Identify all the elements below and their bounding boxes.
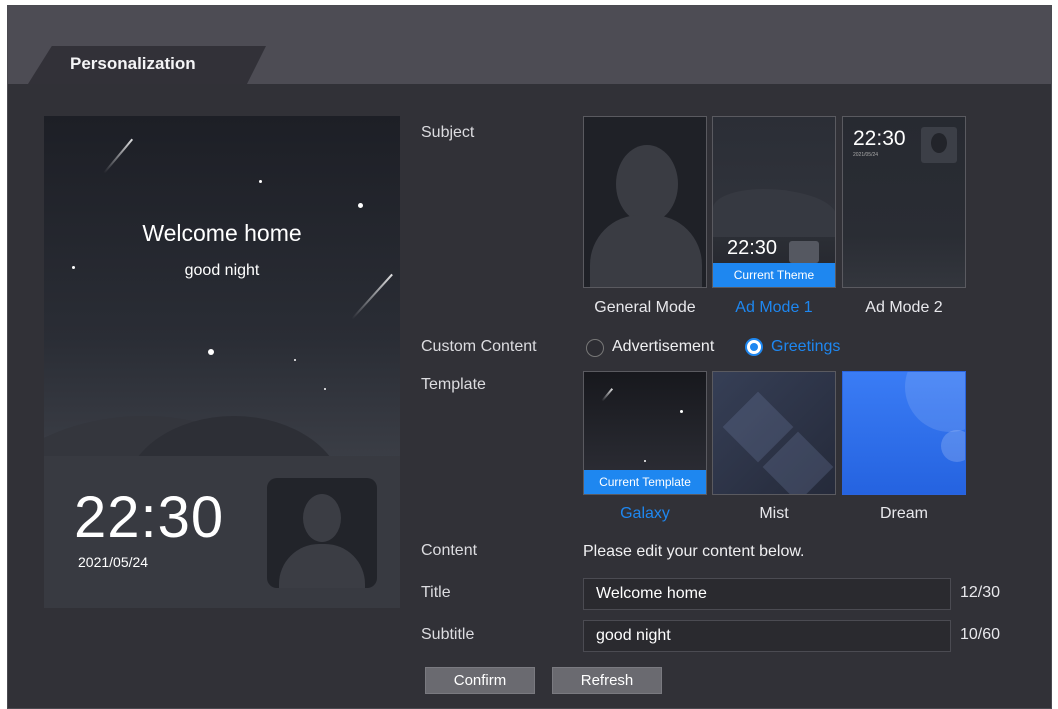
greetings-option-label[interactable]: Greetings	[771, 338, 840, 356]
ad-mode-1-clock: 22:30	[727, 237, 778, 259]
star-decoration	[294, 359, 296, 361]
title-char-count: 12/30	[960, 584, 1001, 601]
theme-preview: Welcome home good night 22:30 2021/05/24	[44, 116, 400, 608]
preview-info-bar: 22:30 2021/05/24	[44, 456, 400, 608]
refresh-button[interactable]: Refresh	[552, 667, 662, 694]
subject-ad-mode-2-thumb[interactable]: 22:30 2021/05/24	[842, 116, 966, 288]
subject-ad-mode-1-label[interactable]: Ad Mode 1	[712, 299, 836, 317]
star-decoration	[259, 180, 262, 183]
preview-clock: 22:30	[74, 485, 225, 550]
radio-advertisement[interactable]	[586, 339, 604, 357]
subtitle-label: Subtitle	[421, 626, 475, 643]
star-decoration	[358, 203, 363, 208]
subject-general-mode-thumb[interactable]	[583, 116, 707, 288]
star-decoration	[644, 460, 646, 462]
star-decoration	[324, 388, 326, 390]
circle-decoration	[905, 372, 965, 432]
current-template-badge: Current Template	[584, 470, 706, 494]
preview-subtitle: good night	[184, 262, 260, 279]
template-dream-thumb[interactable]	[842, 371, 966, 495]
template-label: Template	[421, 376, 486, 393]
subject-general-mode-label[interactable]: General Mode	[583, 299, 707, 317]
content-hint: Please edit your content below.	[583, 543, 805, 560]
current-theme-badge: Current Theme	[713, 263, 835, 287]
radio-greetings[interactable]	[745, 338, 763, 356]
subject-ad-mode-1-thumb[interactable]: 22:30 Current Theme	[712, 116, 836, 288]
template-galaxy-thumb[interactable]: Current Template	[583, 371, 707, 495]
template-mist-label[interactable]: Mist	[712, 505, 836, 523]
preview-title: Welcome home	[142, 220, 302, 246]
star-decoration	[680, 410, 683, 413]
ad-mode-2-clock: 22:30	[853, 127, 906, 150]
template-galaxy-label[interactable]: Galaxy	[583, 505, 707, 523]
meteor-decoration	[601, 388, 614, 402]
custom-content-label: Custom Content	[421, 338, 537, 355]
meteor-decoration	[103, 138, 134, 174]
circle-decoration	[941, 430, 965, 462]
avatar-placeholder-icon	[789, 241, 819, 263]
tab-personalization-label[interactable]: Personalization	[70, 54, 196, 74]
person-silhouette-icon	[616, 145, 678, 223]
template-mist-thumb[interactable]	[712, 371, 836, 495]
content-label: Content	[421, 542, 478, 559]
subtitle-input[interactable]: good night	[583, 620, 951, 652]
star-decoration	[208, 349, 214, 355]
confirm-button[interactable]: Confirm	[425, 667, 535, 694]
template-dream-label[interactable]: Dream	[842, 505, 966, 523]
mountain-decoration	[713, 189, 835, 237]
meteor-decoration	[351, 273, 393, 320]
preview-date: 2021/05/24	[78, 554, 149, 570]
title-label: Title	[421, 584, 451, 601]
subject-ad-mode-2-label[interactable]: Ad Mode 2	[842, 299, 966, 317]
ad-mode-2-date: 2021/05/24	[853, 152, 879, 158]
subject-label: Subject	[421, 124, 475, 141]
title-input[interactable]: Welcome home	[583, 578, 951, 610]
avatar-placeholder-icon	[921, 127, 957, 163]
subtitle-char-count: 10/60	[960, 626, 1001, 643]
person-silhouette-body	[590, 215, 702, 287]
avatar-placeholder-icon	[267, 478, 377, 588]
advertisement-option-label[interactable]: Advertisement	[612, 338, 714, 356]
